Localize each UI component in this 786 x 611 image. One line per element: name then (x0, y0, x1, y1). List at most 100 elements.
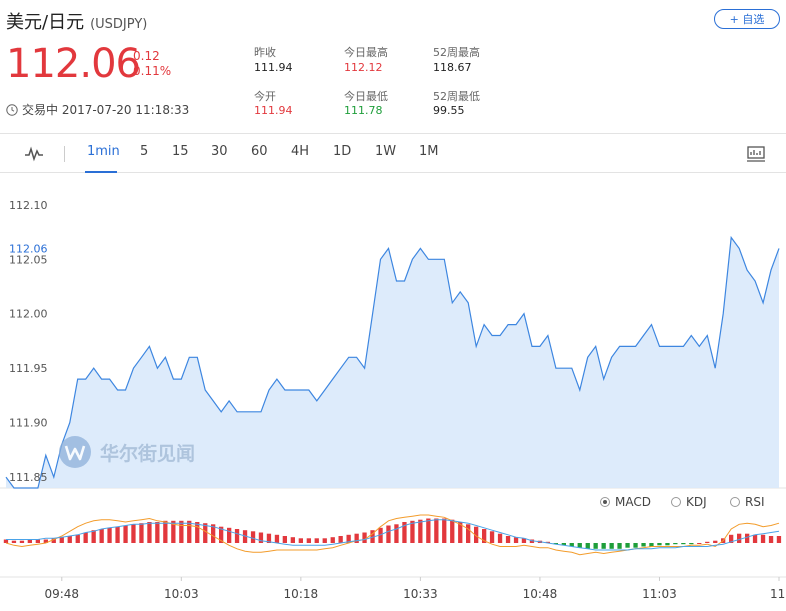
macd-bar (147, 522, 152, 543)
macd-bar (657, 543, 662, 546)
y-tick-label: 112.10 (9, 199, 48, 212)
macd-bar (609, 543, 614, 549)
tab-1d[interactable]: 1D (333, 144, 351, 159)
macd-bar (139, 523, 144, 543)
period-tabs: 1min 5 15 30 60 4H 1D 1W 1M (0, 133, 786, 173)
day-high-label: 今日最高 (344, 46, 388, 59)
macd-bar (752, 534, 758, 543)
macd-bar (633, 543, 638, 548)
macd-bar (195, 522, 200, 543)
macd-bar (776, 536, 782, 543)
x-tick-label: 10:18 (284, 587, 319, 601)
open-value: 111.94 (254, 104, 293, 117)
macd-bar (35, 539, 40, 543)
macd-bar (601, 543, 606, 549)
macd-bar (442, 518, 447, 543)
macd-bar (3, 539, 9, 543)
instrument-code: (USDJPY) (90, 17, 148, 32)
tab-5[interactable]: 5 (140, 144, 148, 159)
macd-bar (386, 525, 391, 543)
current-price: 112.06 (6, 41, 141, 87)
indicator-rsi[interactable]: RSI (730, 495, 765, 509)
x-tick-label: 10:33 (403, 587, 438, 601)
macd-bar (505, 536, 511, 543)
indicator-rsi-label: RSI (745, 495, 765, 509)
tab-60[interactable]: 60 (251, 144, 268, 159)
macd-bar (737, 533, 742, 543)
macd-dif-line (5, 514, 780, 556)
macd-bar (107, 527, 112, 543)
tab-1m[interactable]: 1M (419, 144, 439, 159)
fullscreen-chart-icon[interactable] (746, 145, 766, 163)
week52-low-label: 52周最低 (433, 90, 480, 103)
wallstreetcn-logo-icon (59, 436, 91, 468)
macd-radio[interactable] (600, 497, 610, 507)
tab-15[interactable]: 15 (172, 144, 189, 159)
macd-bar (99, 529, 104, 543)
tab-1w[interactable]: 1W (375, 144, 396, 159)
tab-4h[interactable]: 4H (291, 144, 309, 159)
macd-bar (67, 536, 72, 543)
macd-bar (75, 534, 80, 543)
macd-bar (489, 531, 495, 543)
macd-bar (681, 543, 686, 545)
macd-bar (418, 519, 423, 543)
week52-high-label: 52周最高 (433, 46, 480, 59)
macd-bar (187, 520, 192, 543)
macd-bar (426, 518, 431, 543)
prev-close-label: 昨收 (254, 46, 276, 59)
macd-bar (513, 537, 519, 543)
macd-bar (745, 533, 750, 543)
macd-dea-line (6, 519, 780, 551)
macd-bar (91, 530, 96, 543)
tabs-divider (64, 146, 65, 162)
macd-bar (665, 543, 670, 546)
y-tick-label: 112.00 (9, 308, 48, 321)
indicator-kdj[interactable]: KDJ (671, 495, 707, 509)
prev-close-value: 111.94 (254, 61, 293, 74)
tab-1min[interactable]: 1min (87, 144, 120, 159)
indicator-kdj-label: KDJ (686, 495, 707, 509)
x-tick-label: 10:03 (164, 587, 199, 601)
macd-bar (768, 536, 774, 543)
x-tick-label: 11:1 (770, 587, 786, 601)
macd-bar (673, 543, 678, 545)
instrument-name: 美元/日元 (6, 12, 85, 33)
chart-type-icon[interactable] (24, 146, 44, 162)
macd-bar (11, 540, 17, 543)
y-tick-label: 111.90 (9, 417, 48, 430)
macd-bar (760, 534, 766, 543)
week52-low-value: 99.55 (433, 104, 465, 117)
macd-bar (250, 531, 256, 543)
macd-bar (258, 532, 264, 543)
macd-bar (394, 524, 399, 543)
x-tick-label: 11:03 (642, 587, 677, 601)
add-watchlist-button[interactable]: + 自选 (714, 9, 780, 29)
macd-bar (617, 543, 622, 549)
rsi-radio[interactable] (730, 497, 740, 507)
macd-bar (123, 525, 128, 543)
status-text: 交易中 2017-07-20 11:18:33 (22, 103, 190, 117)
day-high-value: 112.12 (344, 61, 383, 74)
macd-bar (27, 539, 32, 543)
open-label: 今开 (254, 90, 276, 103)
watermark-text: 华尔街见闻 (100, 442, 196, 465)
macd-bar (234, 529, 240, 543)
day-low-label: 今日最低 (344, 90, 388, 103)
macd-bar (338, 536, 343, 543)
tab-30[interactable]: 30 (211, 144, 228, 159)
macd-bar (641, 543, 646, 547)
macd-bar (290, 537, 295, 543)
x-tick-label: 09:48 (44, 587, 79, 601)
kdj-radio[interactable] (671, 497, 681, 507)
macd-bar (697, 543, 702, 544)
macd-bar (274, 534, 280, 543)
change-percent: 0.11% (133, 64, 172, 78)
price-chart[interactable]: 112.10112.05112.00111.95111.90111.85112.… (0, 173, 786, 611)
current-price-label: 112.06 (9, 242, 48, 255)
macd-bar (649, 543, 654, 547)
indicator-macd[interactable]: MACD (600, 495, 651, 509)
watermark-logo: 华尔街见闻 (58, 435, 195, 469)
macd-bar (306, 538, 311, 543)
indicator-macd-label: MACD (615, 495, 651, 509)
